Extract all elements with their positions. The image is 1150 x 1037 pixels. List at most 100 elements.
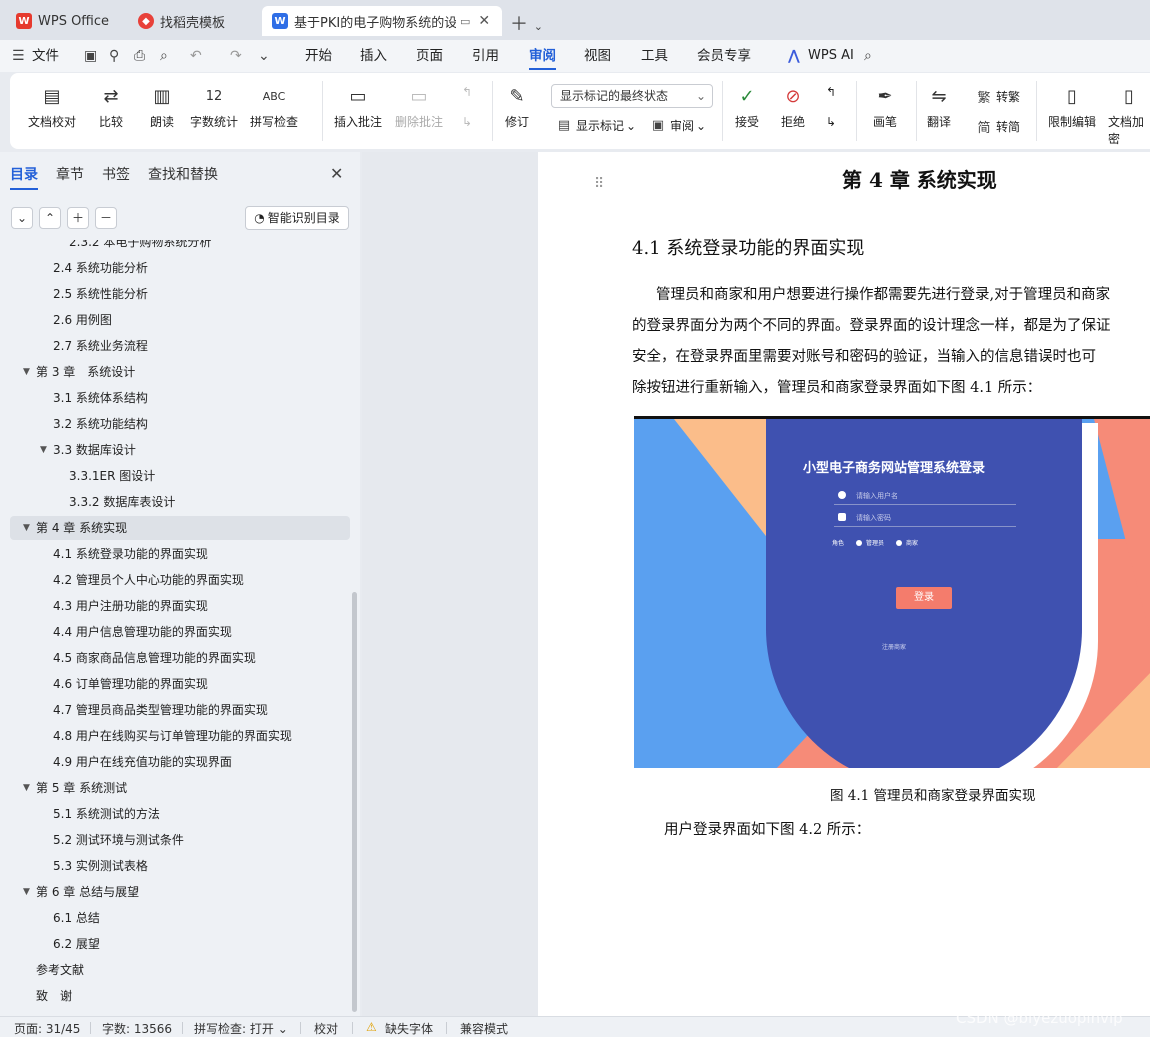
toc-item[interactable]: 参考文献 — [10, 958, 350, 982]
menu-tools[interactable]: 工具 — [641, 40, 668, 72]
toc-item[interactable]: 4.9 用户在线充值功能的实现界面 — [10, 750, 350, 774]
hamburger-icon[interactable]: ☰ — [12, 48, 25, 64]
toc-item[interactable]: 2.3.2 本电子购物系统分析 — [10, 240, 350, 254]
toc-item[interactable]: 2.6 用例图 — [10, 308, 350, 332]
menu-view[interactable]: 视图 — [584, 40, 611, 72]
menu-review[interactable]: 审阅 — [529, 40, 556, 72]
insert-comment-button[interactable]: ▭ 插入批注 — [334, 83, 382, 130]
word-count-button[interactable]: 12 字数统计 — [190, 83, 238, 130]
nav-scrollbar[interactable] — [352, 592, 357, 1012]
previous-comment-icon[interactable]: ↰ — [462, 85, 472, 99]
menu-insert[interactable]: 插入 — [360, 40, 387, 72]
menu-page[interactable]: 页面 — [416, 40, 443, 72]
register-merchant-link[interactable]: 注册商家 — [634, 642, 1150, 651]
toc-item[interactable]: 4.7 管理员商品类型管理功能的界面实现 — [10, 698, 350, 722]
radio-merchant[interactable] — [896, 539, 903, 546]
review-pane-button[interactable]: ▣ 审阅 ⌄ — [650, 117, 706, 134]
toc-item[interactable]: 2.4 系统功能分析 — [10, 256, 350, 280]
tab-document[interactable]: W 基于PKI的电子购物系统的设计 ▭ ✕ — [262, 6, 502, 36]
read-aloud-button[interactable]: ▥ 朗读 — [149, 83, 175, 130]
print-preview-icon[interactable]: ⌕ — [160, 48, 168, 64]
next-comment-icon[interactable]: ↳ — [462, 115, 472, 129]
print-icon[interactable]: ⎙ — [134, 48, 145, 64]
toc-item[interactable]: 2.5 系统性能分析 — [10, 282, 350, 306]
tab-docer-templates[interactable]: ◆ 找稻壳模板 — [128, 6, 258, 36]
toc-item[interactable]: 4.3 用户注册功能的界面实现 — [10, 594, 350, 618]
toc-item[interactable]: 5.2 测试环境与测试条件 — [10, 828, 350, 852]
nav-tab-toc[interactable]: 目录 — [10, 164, 38, 190]
toc-item[interactable]: 4.5 商家商品信息管理功能的界面实现 — [10, 646, 350, 670]
compare-button[interactable]: ⇄ 比较 — [98, 83, 124, 130]
to-simplified-button[interactable]: 简 转简 — [976, 117, 1020, 136]
username-field[interactable]: 请输入用户名 — [834, 489, 1016, 505]
markup-mode-select[interactable]: 显示标记的最终状态 ⌄ — [551, 84, 713, 108]
accept-button[interactable]: ✓ 接受 — [734, 83, 760, 130]
expand-arrow-icon[interactable]: ▼ — [23, 516, 30, 540]
show-markup-button[interactable]: ▤ 显示标记 ⌄ — [556, 117, 636, 134]
missing-font-status[interactable]: 缺失字体 — [385, 1020, 433, 1037]
nav-tab-sections[interactable]: 章节 — [56, 164, 84, 184]
toc-item[interactable]: ▼ 第 4 章 系统实现 — [10, 516, 350, 540]
track-changes-button[interactable]: ✎ 修订 — [504, 83, 530, 130]
proofread-status[interactable]: 校对 — [314, 1020, 338, 1037]
toc-item[interactable]: 4.8 用户在线购买与订单管理功能的界面实现 — [10, 724, 350, 748]
toc-item[interactable]: 4.2 管理员个人中心功能的界面实现 — [10, 568, 350, 592]
expand-arrow-icon[interactable]: ▼ — [23, 360, 30, 384]
undo-icon[interactable]: ↶ — [190, 48, 202, 64]
toc-item[interactable]: 5.3 实例测试表格 — [10, 854, 350, 878]
password-field[interactable]: 请输入密码 — [834, 511, 1016, 527]
to-traditional-button[interactable]: 繁 转繁 — [976, 87, 1020, 106]
nav-tab-bookmarks[interactable]: 书签 — [102, 164, 130, 184]
save-icon[interactable]: ▣ — [84, 48, 97, 64]
delete-comment-button[interactable]: ▭ 删除批注 — [395, 83, 443, 130]
tab-wps-office[interactable]: W WPS Office — [6, 6, 122, 36]
toc-item[interactable]: 2.7 系统业务流程 — [10, 334, 350, 358]
toc-item[interactable]: 3.3.1ER 图设计 — [10, 464, 350, 488]
remove-heading-icon[interactable]: － — [95, 207, 117, 229]
page-indicator[interactable]: 页面: 31/45 — [14, 1020, 80, 1037]
spell-check-status[interactable]: 拼写检查: 打开 ⌄ — [194, 1020, 288, 1037]
toc-item[interactable]: 6.2 展望 — [10, 932, 350, 956]
ink-button[interactable]: ✒ 画笔 — [872, 83, 898, 130]
radio-admin[interactable] — [856, 539, 863, 546]
login-screenshot-figure[interactable]: 小型电子商务网站管理系统登录 请输入用户名 请输入密码 角色 管理员 商家 登录… — [634, 416, 1150, 768]
expand-up-icon[interactable]: ⌃ — [39, 207, 61, 229]
nav-tab-find-replace[interactable]: 查找和替换 — [148, 164, 218, 184]
expand-arrow-icon[interactable]: ▼ — [23, 880, 30, 904]
toc-item[interactable]: 致 谢 — [10, 984, 350, 1008]
collapse-all-icon[interactable]: ⌄ — [11, 207, 33, 229]
close-tab-icon[interactable]: ✕ — [478, 13, 490, 29]
menu-start[interactable]: 开始 — [305, 40, 332, 72]
wps-ai-icon[interactable]: ⋀ — [788, 48, 800, 64]
drag-handle-icon[interactable]: ⠿ — [594, 176, 604, 192]
proofread-button[interactable]: ▤ 文档校对 — [28, 83, 76, 130]
menu-wps-ai[interactable]: WPS AI — [808, 40, 854, 72]
toc-item[interactable]: 5.1 系统测试的方法 — [10, 802, 350, 826]
toc-item[interactable]: ▼ 第 6 章 总结与展望 — [10, 880, 350, 904]
toc-item[interactable]: 3.2 系统功能结构 — [10, 412, 350, 436]
word-count-indicator[interactable]: 字数: 13566 — [102, 1020, 172, 1037]
toc-item[interactable]: ▼ 第 5 章 系统测试 — [10, 776, 350, 800]
doc-encrypt-button[interactable]: ▯ 文档加密 — [1108, 83, 1150, 147]
close-icon[interactable]: ✕ — [330, 164, 343, 183]
expand-arrow-icon[interactable]: ▼ — [23, 776, 30, 800]
toc-item[interactable]: 4.6 订单管理功能的界面实现 — [10, 672, 350, 696]
menu-member[interactable]: 会员专享 — [697, 40, 751, 72]
expand-arrow-icon[interactable]: ▼ — [40, 438, 47, 462]
quick-access-more-icon[interactable]: ⌄ — [258, 48, 270, 64]
toc-item[interactable]: 6.1 总结 — [10, 906, 350, 930]
add-heading-icon[interactable]: ＋ — [67, 207, 89, 229]
redo-icon[interactable]: ↷ — [230, 48, 242, 64]
toc-item[interactable]: ▼ 第 3 章 系统设计 — [10, 360, 350, 384]
restrict-edit-button[interactable]: ▯ 限制编辑 — [1048, 83, 1096, 130]
chevron-down-icon[interactable]: ⌄ — [534, 20, 543, 33]
toc-item[interactable]: ▼ 3.3 数据库设计 — [10, 438, 350, 462]
toc-item[interactable]: 4.1 系统登录功能的界面实现 — [10, 542, 350, 566]
previous-change-icon[interactable]: ↰ — [826, 85, 836, 99]
reject-button[interactable]: ⊘ 拒绝 — [780, 83, 806, 130]
share-icon[interactable]: ⚲ — [109, 48, 119, 64]
new-tab-button[interactable]: ＋ ⌄ — [510, 10, 543, 36]
login-button[interactable]: 登录 — [896, 587, 952, 609]
toc-item[interactable]: 4.4 用户信息管理功能的界面实现 — [10, 620, 350, 644]
menu-references[interactable]: 引用 — [472, 40, 499, 72]
